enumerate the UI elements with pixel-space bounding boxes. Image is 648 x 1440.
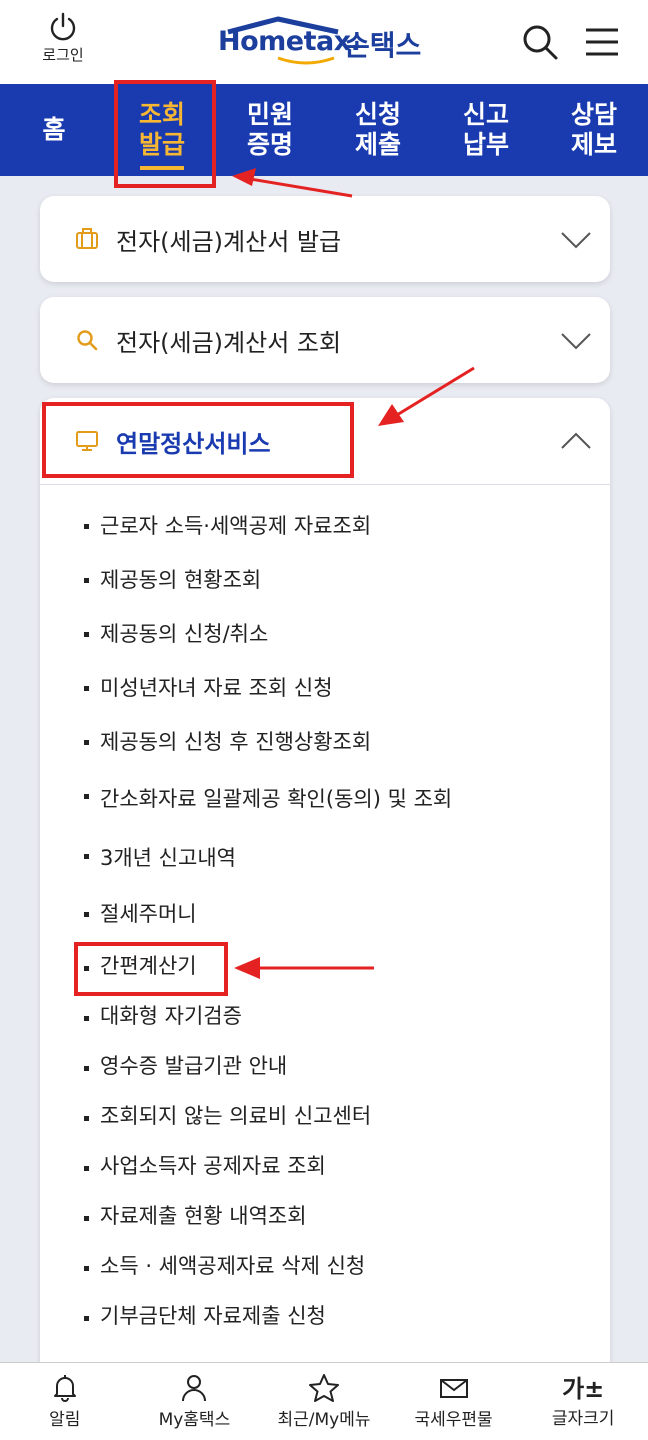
app-header: 로그인 Hometax. 손택스 [0, 0, 648, 84]
nav-civil-label-2: 증명 [246, 130, 293, 159]
chevron-down-icon [561, 333, 591, 350]
section-title-issue: 전자(세금)계산서 발급 [116, 227, 342, 256]
arrow-icon [378, 366, 475, 426]
login-label: 로그인 [42, 46, 84, 64]
arrow-icon [232, 168, 353, 198]
bottom-tab-bar: 알림 My홈택스 최근/My메뉴 국세우편물 가± 글자크기 [0, 1362, 648, 1440]
hometax-logo[interactable]: Hometax. 손택스 [218, 16, 438, 66]
list-item[interactable]: 간소화자료 일괄제공 확인(동의) 및 조회 [40, 769, 610, 829]
list-item[interactable]: 3개년 신고내역 [40, 829, 610, 887]
tab-notifications-label: 알림 [49, 1410, 81, 1430]
bell-icon [53, 1375, 76, 1402]
nav-consult-label-1: 상담 [570, 100, 617, 129]
tab-font-size[interactable]: 가± 글자크기 [523, 1374, 643, 1429]
list-item[interactable]: 제공동의 신청 후 진행상황조회 [40, 715, 610, 769]
section-header-issue[interactable]: 전자(세금)계산서 발급 [40, 196, 610, 282]
annotation-box-calculator [74, 942, 228, 996]
tab-my-hometax-label: My홈택스 [158, 1410, 231, 1430]
section-header-inquiry[interactable]: 전자(세금)계산서 조회 [40, 297, 610, 383]
list-item[interactable]: 대화형 자기검증 [40, 991, 610, 1041]
list-item[interactable]: 미성년자녀 자료 조회 신청 [40, 661, 610, 715]
nav-report-pay[interactable]: 신고 납부 [438, 100, 534, 160]
hamburger-menu-button[interactable] [582, 22, 622, 62]
main-nav: 홈 조회 발급 민원 증명 신청 제출 신고 납부 상담 제보 [0, 84, 648, 176]
logo-text: Hometax. [218, 26, 361, 57]
section-title-inquiry: 전자(세금)계산서 조회 [116, 328, 342, 357]
logo-subtitle: 손택스 [344, 29, 422, 62]
list-item[interactable]: 영수증 발급기관 안내 [40, 1041, 610, 1091]
tab-my-hometax[interactable]: My홈택스 [134, 1373, 254, 1430]
magnifier-icon [74, 327, 100, 353]
nav-apply-submit[interactable]: 신청 제출 [330, 100, 426, 160]
chevron-up-icon [561, 432, 591, 449]
font-size-icon: 가± [562, 1375, 605, 1403]
tab-tax-mail[interactable]: 국세우편물 [394, 1373, 514, 1430]
search-button[interactable] [520, 22, 560, 62]
tab-font-size-label: 글자크기 [551, 1409, 615, 1429]
section-card-inquiry: 전자(세금)계산서 조회 [40, 297, 610, 383]
list-item[interactable]: 근로자 소득·세액공제 자료조회 [40, 499, 610, 553]
annotation-box-inquiry [114, 80, 216, 188]
star-icon [308, 1374, 339, 1402]
power-icon [50, 12, 76, 41]
user-icon [182, 1375, 207, 1402]
list-item[interactable]: 제공동의 신청/취소 [40, 607, 610, 661]
nav-apply-label-1: 신청 [354, 100, 401, 129]
nav-civil-label-1: 민원 [246, 100, 293, 129]
section-card-year-end: 연말정산서비스 근로자 소득·세액공제 자료조회 제공동의 현황조회 제공동의 … [40, 398, 610, 1398]
hamburger-icon [586, 28, 618, 56]
nav-civil-certificate[interactable]: 민원 증명 [222, 100, 318, 160]
list-item[interactable]: 자료제출 현황 내역조회 [40, 1191, 610, 1241]
list-item[interactable]: 제공동의 현황조회 [40, 553, 610, 607]
nav-home[interactable]: 홈 [6, 115, 102, 145]
tab-tax-mail-label: 국세우편물 [414, 1410, 493, 1430]
list-item[interactable]: 사업소득자 공제자료 조회 [40, 1141, 610, 1191]
list-item[interactable]: 소득 · 세액공제자료 삭제 신청 [40, 1241, 610, 1291]
year-end-menu-list: 근로자 소득·세액공제 자료조회 제공동의 현황조회 제공동의 신청/취소 미성… [40, 484, 610, 1341]
nav-report-label-1: 신고 [462, 100, 509, 129]
nav-apply-label-2: 제출 [354, 130, 401, 159]
list-item[interactable]: 기부금단체 자료제출 신청 [40, 1291, 610, 1341]
smile-icon [277, 56, 335, 65]
list-item[interactable]: 절세주머니 [40, 887, 610, 941]
tab-recent-my-menu-label: 최근/My메뉴 [277, 1410, 371, 1430]
search-icon [523, 25, 558, 60]
chevron-down-icon [561, 232, 591, 249]
tab-notifications[interactable]: 알림 [5, 1373, 125, 1430]
login-button[interactable]: 로그인 [30, 12, 96, 65]
tab-recent-my-menu[interactable]: 최근/My메뉴 [264, 1373, 384, 1430]
list-item[interactable]: 조회되지 않는 의료비 신고센터 [40, 1091, 610, 1141]
annotation-box-year-end [42, 402, 354, 478]
nav-home-label: 홈 [42, 115, 66, 144]
section-card-issue: 전자(세금)계산서 발급 [40, 196, 610, 282]
mail-icon [439, 1379, 468, 1398]
nav-report-label-2: 납부 [462, 130, 509, 159]
nav-consult-report[interactable]: 상담 제보 [546, 100, 642, 160]
briefcase-icon [74, 226, 100, 252]
arrow-icon [234, 957, 374, 979]
nav-consult-label-2: 제보 [570, 130, 617, 159]
